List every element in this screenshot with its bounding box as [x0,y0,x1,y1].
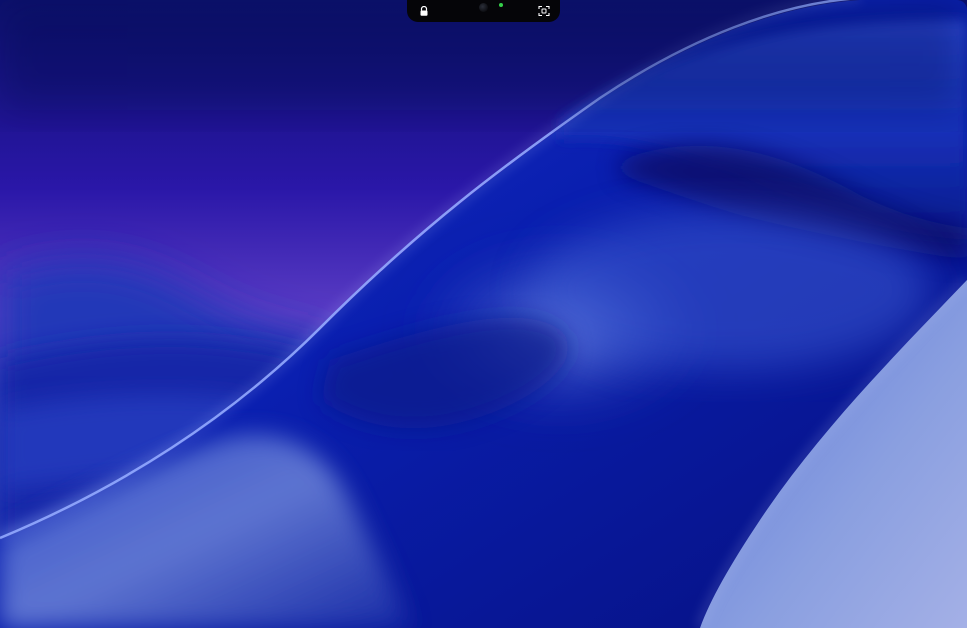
desktop-wallpaper [0,0,967,628]
camera-indicator-led [499,3,503,7]
menu-bar-island [407,0,560,22]
camera-icon [479,3,488,12]
lock-icon[interactable] [419,6,429,16]
screen-capture-icon[interactable] [538,5,550,17]
desktop [0,0,967,628]
